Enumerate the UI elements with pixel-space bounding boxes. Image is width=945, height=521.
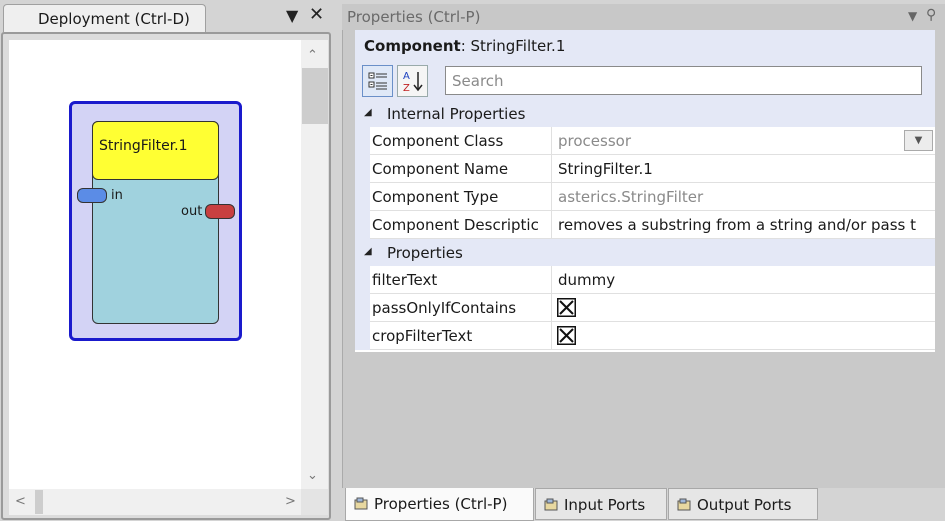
- svg-text:A: A: [403, 71, 410, 82]
- scroll-down-icon[interactable]: ⌄: [307, 468, 318, 483]
- vertical-scrollbar[interactable]: ⌃ ⌄: [301, 40, 328, 489]
- row-gutter: [355, 294, 370, 322]
- property-row-cropfiltertext[interactable]: cropFilterText: [355, 322, 935, 350]
- scroll-up-icon[interactable]: ⌃: [307, 48, 318, 63]
- deployment-tab-label: Deployment (Ctrl-D): [38, 10, 190, 28]
- search-input[interactable]: [445, 66, 922, 95]
- tab-label: Properties (Ctrl-P): [374, 495, 508, 513]
- scroll-left-icon[interactable]: <: [15, 494, 26, 509]
- category-internal-properties[interactable]: ◢ Internal Properties: [355, 100, 935, 127]
- deployment-canvas[interactable]: StringFilter.1 in out: [9, 40, 301, 489]
- checkbox-checked[interactable]: [557, 326, 576, 345]
- property-name: passOnlyIfContains: [370, 294, 552, 322]
- property-value[interactable]: [552, 322, 935, 350]
- categorized-icon: [368, 72, 387, 90]
- close-icon[interactable]: ✕: [309, 4, 324, 25]
- property-value[interactable]: [552, 294, 935, 322]
- component-title-text: StringFilter.1: [99, 138, 188, 154]
- properties-tab-icon: [354, 497, 368, 510]
- dropdown-button[interactable]: ▼: [904, 130, 933, 151]
- row-gutter: [355, 127, 370, 155]
- properties-title-bar: Properties (Ctrl-P) ▼ ⚲: [342, 4, 945, 30]
- sort-az-icon: A Z: [403, 71, 423, 93]
- property-name: Component Class: [370, 127, 552, 155]
- horizontal-scrollbar[interactable]: < >: [9, 489, 301, 515]
- property-name: Component Descriptic: [370, 211, 552, 239]
- row-gutter: [355, 183, 370, 211]
- properties-title: Properties (Ctrl-P): [347, 8, 481, 26]
- input-port-label: in: [111, 188, 123, 203]
- deployment-tab[interactable]: Deployment (Ctrl-D): [3, 4, 206, 32]
- output-ports-tab-icon: [677, 498, 691, 511]
- scroll-corner: [301, 489, 328, 515]
- row-gutter: [355, 322, 370, 350]
- property-row-component-description[interactable]: Component Descriptic removes a substring…: [355, 211, 935, 239]
- category-label: Properties: [387, 244, 463, 262]
- category-label: Internal Properties: [387, 105, 526, 123]
- tab-input-ports[interactable]: Input Ports: [535, 488, 667, 520]
- horizontal-scroll-thumb[interactable]: [35, 490, 43, 514]
- property-grid: Component: StringFilter.1 A Z Search ◢ I…: [355, 30, 935, 352]
- category-properties[interactable]: ◢ Properties: [355, 239, 935, 266]
- component-label: Component: [364, 37, 461, 55]
- pane-menu-icon[interactable]: ▼: [908, 9, 917, 23]
- input-ports-tab-icon: [544, 498, 558, 511]
- property-row-component-name[interactable]: Component Name StringFilter.1: [355, 155, 935, 183]
- bottom-tab-bar: Properties (Ctrl-P) Input Ports Output P…: [342, 488, 945, 521]
- property-value-text: processor: [558, 132, 631, 150]
- scroll-right-icon[interactable]: >: [285, 494, 296, 509]
- deployment-panel: StringFilter.1 in out ⌃ ⌄ < >: [1, 32, 331, 520]
- property-row-component-class[interactable]: Component Class processor ▼: [355, 127, 935, 155]
- property-value[interactable]: processor ▼: [552, 127, 935, 155]
- collapse-icon[interactable]: ◢: [364, 107, 372, 118]
- property-row-passonlyifcontains[interactable]: passOnlyIfContains: [355, 294, 935, 322]
- output-port-out[interactable]: [205, 204, 235, 219]
- property-value[interactable]: dummy: [552, 266, 935, 294]
- property-name: filterText: [370, 266, 552, 294]
- pin-icon[interactable]: ⚲: [926, 7, 936, 23]
- row-gutter: [355, 211, 370, 239]
- alphabetical-view-button[interactable]: A Z: [397, 65, 428, 97]
- vertical-scroll-thumb[interactable]: [302, 68, 328, 124]
- svg-text:Z: Z: [403, 83, 410, 93]
- input-port-in[interactable]: [77, 188, 107, 203]
- property-value[interactable]: StringFilter.1: [552, 155, 935, 183]
- tab-label: Output Ports: [697, 496, 792, 514]
- property-name: cropFilterText: [370, 322, 552, 350]
- tab-label: Input Ports: [564, 496, 646, 514]
- pane-menu-icon[interactable]: ▼: [286, 6, 298, 25]
- component-selection-frame[interactable]: StringFilter.1 in out: [69, 101, 242, 341]
- property-name: Component Name: [370, 155, 552, 183]
- property-value[interactable]: asterics.StringFilter: [552, 183, 935, 211]
- component-title[interactable]: StringFilter.1: [92, 121, 219, 180]
- property-row-component-type[interactable]: Component Type asterics.StringFilter: [355, 183, 935, 211]
- tab-properties[interactable]: Properties (Ctrl-P): [345, 488, 534, 521]
- output-port-label: out: [181, 204, 203, 219]
- row-gutter: [355, 155, 370, 183]
- property-name: Component Type: [370, 183, 552, 211]
- checkbox-checked[interactable]: [557, 298, 576, 317]
- categorized-view-button[interactable]: [362, 65, 393, 97]
- property-value[interactable]: removes a substring from a string and/or…: [552, 211, 935, 239]
- row-gutter: [355, 266, 370, 294]
- component-value: : StringFilter.1: [460, 37, 566, 55]
- property-toolbar: A Z: [355, 60, 935, 100]
- component-header: Component: StringFilter.1: [355, 30, 935, 60]
- collapse-icon[interactable]: ◢: [364, 246, 372, 257]
- property-row-filtertext[interactable]: filterText dummy: [355, 266, 935, 294]
- tab-output-ports[interactable]: Output Ports: [668, 488, 818, 520]
